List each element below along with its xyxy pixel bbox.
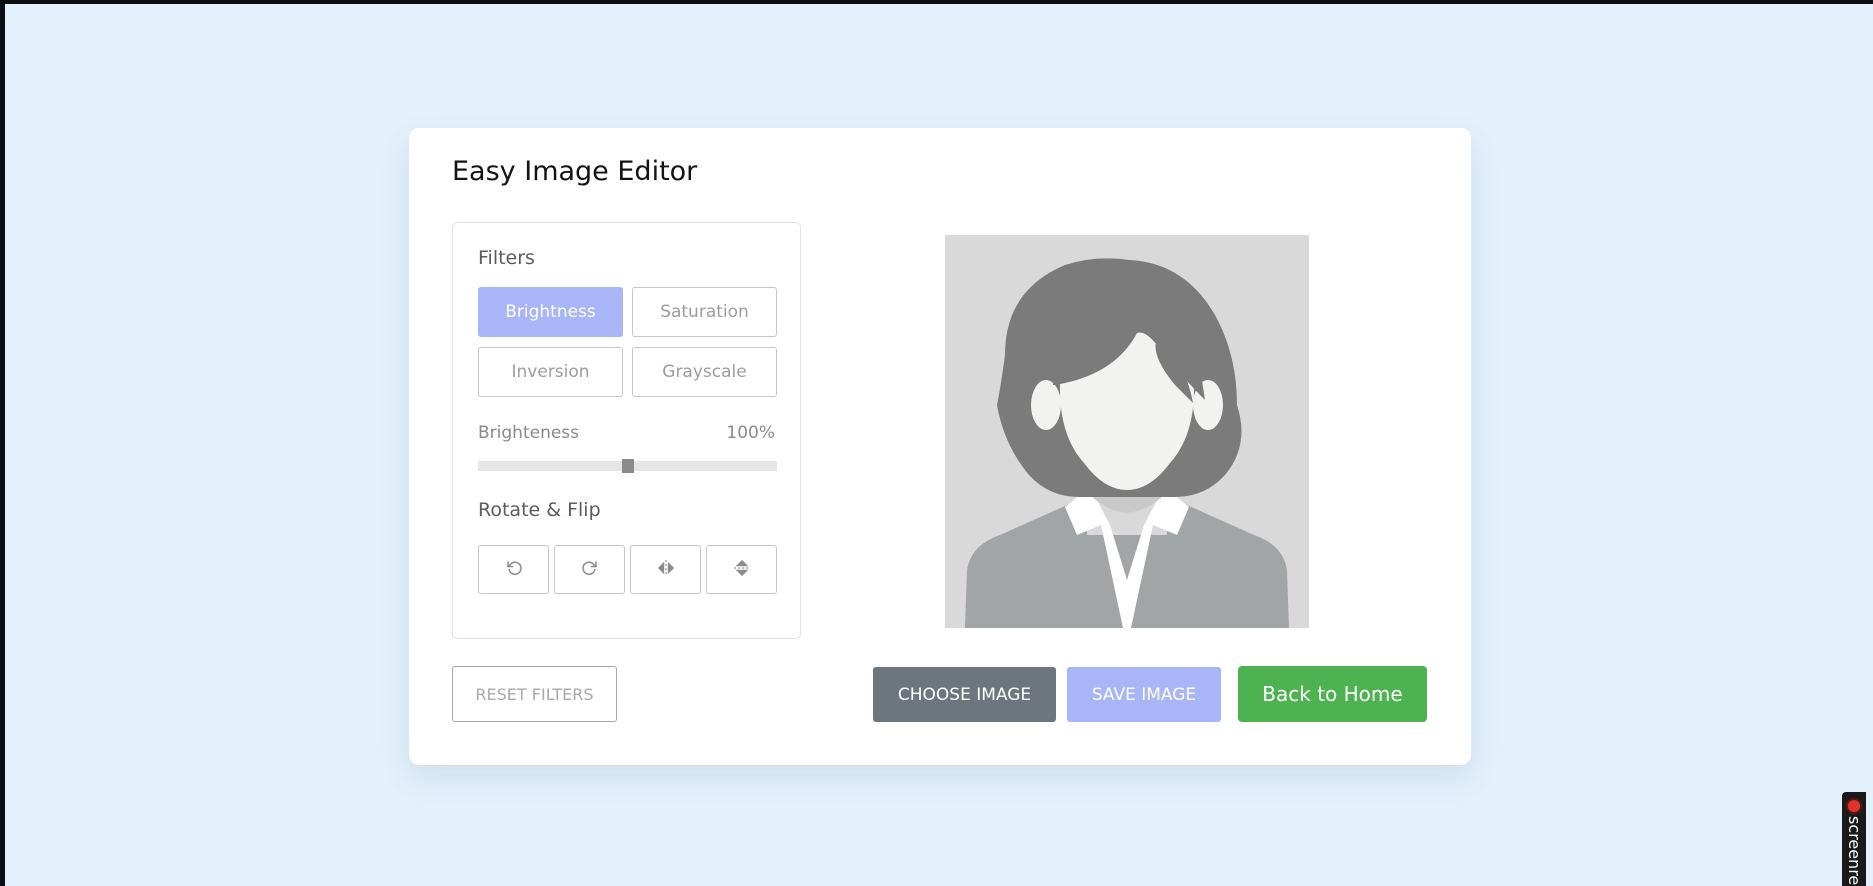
choose-image-button[interactable]: CHOOSE IMAGE — [873, 667, 1056, 722]
screen-recorder-badge[interactable]: screenre — [1842, 792, 1866, 886]
flip-vertical-button[interactable] — [706, 545, 777, 594]
filter-brightness-button[interactable]: Brightness — [478, 287, 623, 337]
filter-grayscale-button[interactable]: Grayscale — [632, 347, 777, 397]
rotate-left-icon — [505, 559, 523, 581]
slider-thumb[interactable] — [621, 459, 634, 473]
window-frame-top — [0, 0, 1873, 4]
filters-heading: Filters — [478, 247, 535, 269]
recorder-label: screenre — [1845, 816, 1864, 886]
brightness-slider[interactable] — [478, 459, 777, 473]
flip-vertical-icon — [733, 557, 751, 583]
slider-value: 100% — [726, 423, 775, 443]
flip-horizontal-icon — [655, 559, 677, 581]
image-preview — [945, 235, 1309, 628]
rotate-flip-heading: Rotate & Flip — [478, 499, 601, 521]
back-to-home-button[interactable]: Back to Home — [1238, 666, 1427, 722]
save-image-button[interactable]: SAVE IMAGE — [1067, 667, 1221, 722]
filter-inversion-button[interactable]: Inversion — [478, 347, 623, 397]
flip-horizontal-button[interactable] — [630, 545, 701, 594]
placeholder-avatar-image — [945, 235, 1309, 628]
page-title: Easy Image Editor — [452, 156, 698, 187]
slider-label: Brighteness — [478, 423, 580, 443]
record-icon — [1848, 800, 1860, 812]
rotate-left-button[interactable] — [478, 545, 549, 594]
filter-saturation-button[interactable]: Saturation — [632, 287, 777, 337]
editor-card: Easy Image Editor Filters Brightness Sat… — [409, 128, 1471, 765]
rotate-right-button[interactable] — [554, 545, 625, 594]
reset-filters-button[interactable]: RESET FILTERS — [452, 666, 617, 722]
rotate-right-icon — [581, 559, 599, 581]
editor-panel: Filters Brightness Saturation Inversion … — [452, 222, 801, 639]
window-frame-left — [0, 0, 5, 886]
